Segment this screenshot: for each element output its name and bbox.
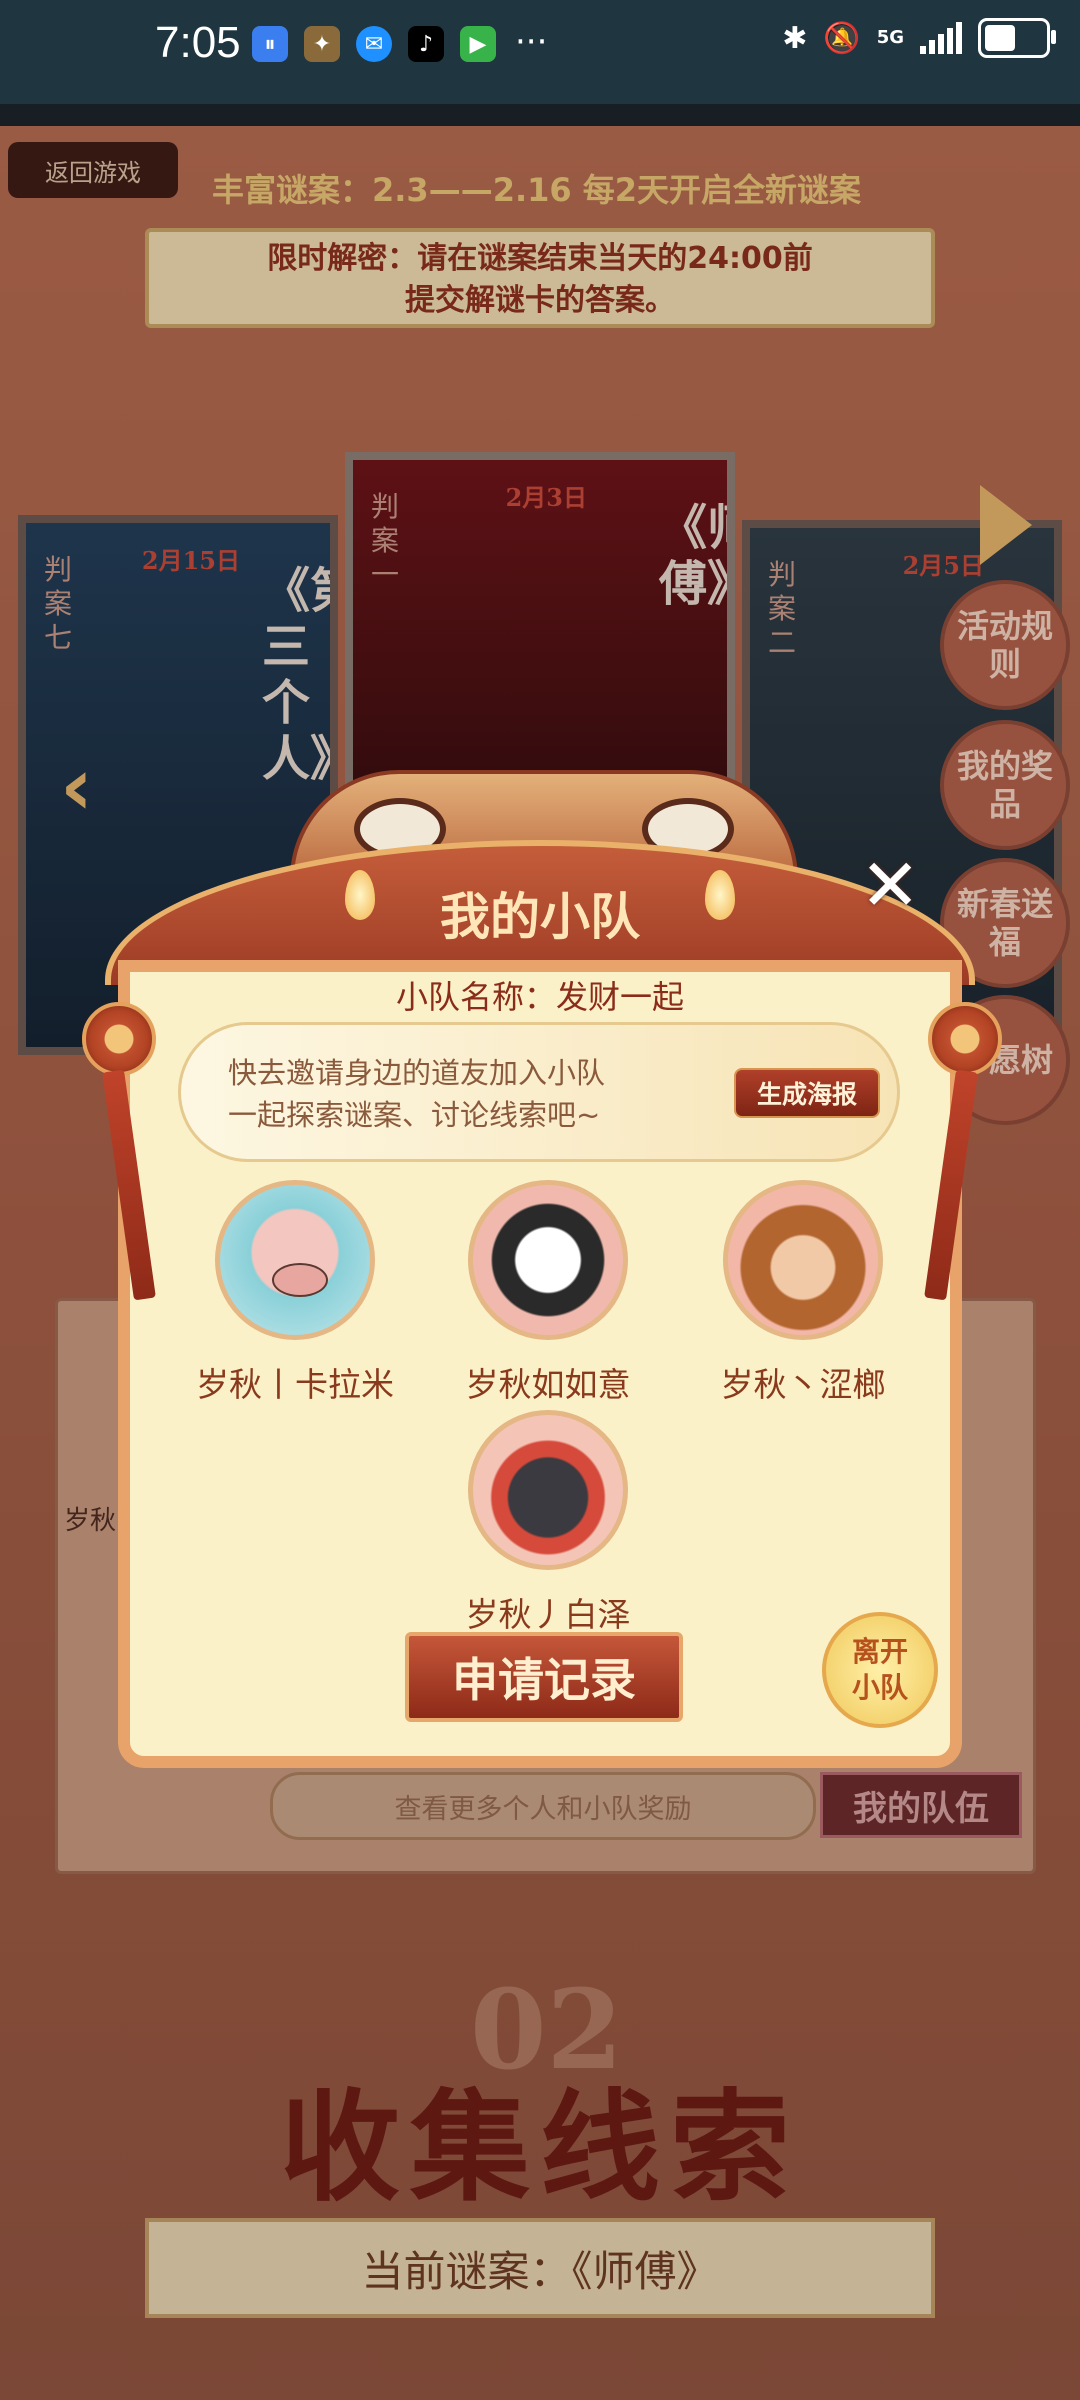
invite-line-2: 一起探索谜案、讨论线索吧~	[228, 1098, 601, 1132]
member-name: 岁秋如如意	[465, 1365, 631, 1404]
member-name: 岁秋丶涩榔	[720, 1365, 886, 1404]
pig-avatar	[215, 1180, 375, 1340]
bluetooth-icon: ✱	[782, 20, 808, 56]
monkey-avatar	[723, 1180, 883, 1340]
video-app-icon: ▶	[460, 26, 496, 62]
leave-team-label: 离开 小队	[851, 1635, 908, 1704]
battery-icon	[978, 18, 1056, 58]
team-member[interactable]: 岁秋如如意	[428, 1180, 668, 1406]
member-name: 岁秋丨卡拉米	[196, 1365, 394, 1404]
invite-line-1: 快去邀请身边的道友加入小队	[228, 1056, 606, 1090]
status-bar: 7:05 ⏸ ✦ ✉ ♪ ▶ ··· ✱ 🔕 5G	[0, 0, 1080, 104]
app-icon-1: ⏸	[252, 26, 288, 62]
team-member[interactable]: 岁秋丨卡拉米	[175, 1180, 415, 1406]
invite-text: 快去邀请身边的道友加入小队 一起探索谜案、讨论线索吧~	[228, 1052, 668, 1136]
lantern-icon	[928, 1002, 1002, 1076]
network-type: 5G	[876, 27, 904, 48]
more-dots-icon: ···	[515, 22, 548, 62]
team-member[interactable]: 岁秋丿白泽	[428, 1410, 668, 1636]
close-icon[interactable]: ✕	[860, 849, 920, 921]
message-icon: ✉	[356, 26, 392, 62]
tiktok-icon: ♪	[408, 26, 444, 62]
modal-title: 我的小队	[440, 888, 640, 946]
application-records-button[interactable]: 申请记录	[405, 1632, 683, 1722]
generate-poster-button[interactable]: 生成海报	[734, 1068, 880, 1118]
lantern-icon	[82, 1002, 156, 1076]
leave-team-button[interactable]: 离开 小队	[822, 1612, 938, 1728]
status-time: 7:05	[155, 18, 241, 67]
status-indicators: ✱ 🔕 5G	[782, 18, 1056, 58]
member-name: 岁秋丿白泽	[465, 1595, 631, 1634]
team-member[interactable]: 岁秋丶涩榔	[683, 1180, 923, 1406]
panda-avatar	[468, 1180, 628, 1340]
mute-icon: 🔕	[823, 20, 861, 56]
team-name: 小队名称：发财一起	[395, 978, 684, 1016]
crow-avatar	[468, 1410, 628, 1570]
game-app-icon: ✦	[304, 26, 340, 62]
signal-icon	[920, 22, 962, 54]
